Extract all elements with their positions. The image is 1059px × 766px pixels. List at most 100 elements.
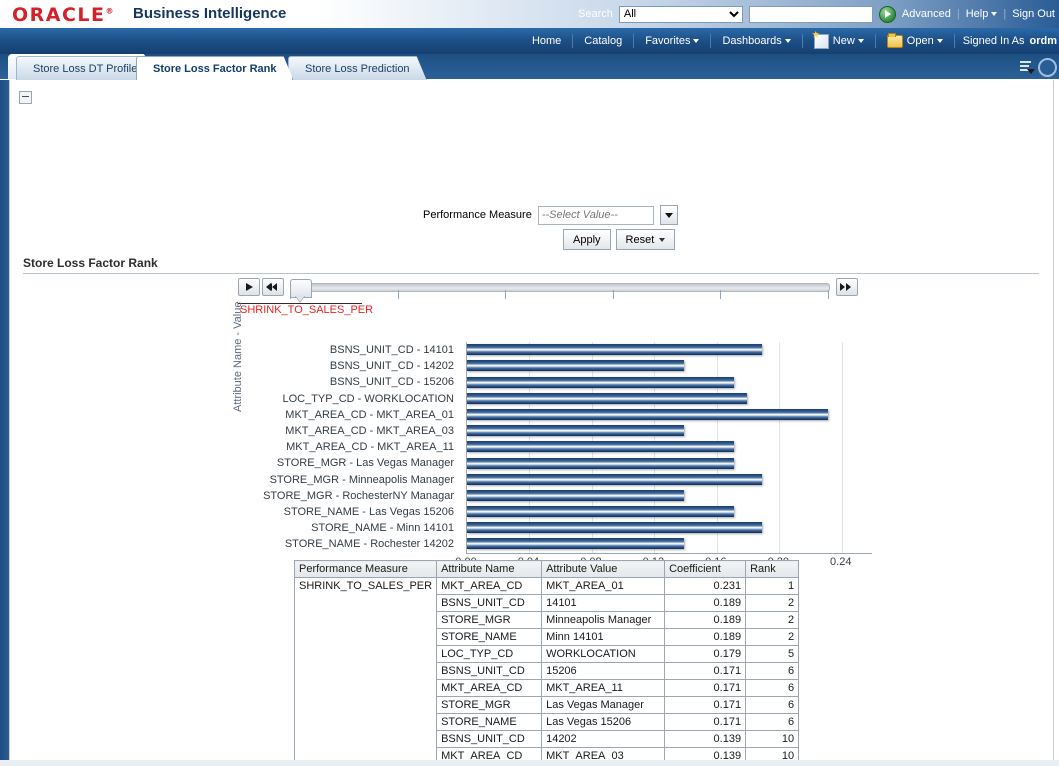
cell-rank: 2 <box>746 612 799 629</box>
chart-bar-row <box>467 472 873 488</box>
chart-bar-row <box>467 504 873 520</box>
report-title: Store Loss Factor Rank <box>23 256 1039 274</box>
slider-thumb[interactable] <box>290 279 312 298</box>
chart-bar[interactable] <box>467 458 734 469</box>
col-rank[interactable]: Rank <box>746 561 799 578</box>
chart-x-axis <box>466 553 872 554</box>
reset-label: Reset <box>626 234 655 246</box>
chart-bar-row <box>467 407 873 423</box>
oracle-logo: ORACLE® <box>12 4 115 26</box>
tab-store-loss-dt-profile[interactable]: Store Loss DT Profile <box>16 56 154 80</box>
chart-category-label: BSNS_UNIT_CD - 14101 <box>246 342 460 358</box>
chevron-down-icon <box>937 39 943 43</box>
apply-button[interactable]: Apply <box>563 229 611 250</box>
cell-attribute-value: 14101 <box>542 595 665 612</box>
page-options-icon[interactable] <box>1018 60 1034 74</box>
fast-forward-icon[interactable] <box>836 278 858 296</box>
slider-ticks <box>290 290 830 299</box>
cell-attribute-name: MKT_AREA_CD <box>437 680 542 697</box>
help-circle-icon[interactable] <box>1038 58 1057 77</box>
nav-catalog[interactable]: Catalog <box>573 28 633 54</box>
chart-bar[interactable] <box>467 344 762 355</box>
cell-attribute-name: BSNS_UNIT_CD <box>437 731 542 748</box>
nav-dashboards-label: Dashboards <box>722 35 781 47</box>
search-input[interactable] <box>749 6 873 23</box>
nav-open-label: Open <box>907 35 934 47</box>
search-zone: Search All Advanced | Help | Sign Out <box>578 0 1059 28</box>
nav-new[interactable]: New <box>803 28 875 54</box>
global-header: ORACLE® Business Intelligence Search All… <box>0 0 1059 29</box>
dropdown-arrow-icon[interactable] <box>660 205 678 225</box>
reset-button[interactable]: Reset <box>616 229 676 250</box>
chart-bar[interactable] <box>467 490 684 501</box>
prompt-buttons: Apply Reset <box>563 229 675 250</box>
dashboard-content: Performance Measure Apply Reset Store Lo… <box>9 80 1059 766</box>
performance-measure-input[interactable] <box>538 206 654 225</box>
chart-category-label: STORE_NAME - Rochester 14202 <box>246 536 460 552</box>
chart-bar[interactable] <box>467 393 747 404</box>
search-scope-select[interactable]: All <box>619 6 743 23</box>
nav-new-label: New <box>833 35 855 47</box>
cell-attribute-value: Minneapolis Manager <box>542 612 665 629</box>
chart-bar[interactable] <box>467 425 684 436</box>
cell-attribute-name: BSNS_UNIT_CD <box>437 663 542 680</box>
nav-favorites[interactable]: Favorites <box>634 28 710 54</box>
chevron-down-icon <box>693 39 699 43</box>
sign-out-link[interactable]: Sign Out <box>1012 8 1055 20</box>
cell-coefficient: 0.179 <box>665 646 746 663</box>
cell-rank: 1 <box>746 578 799 595</box>
chart-bar-row <box>467 391 873 407</box>
chart-category-label: STORE_NAME - Minn 14101 <box>246 520 460 536</box>
advanced-link[interactable]: Advanced <box>902 8 951 20</box>
global-nav-items: Home Catalog Favorites Dashboards New Op… <box>521 28 1059 54</box>
col-performance-measure[interactable]: Performance Measure <box>295 561 437 578</box>
cell-attribute-value: 14202 <box>542 731 665 748</box>
performance-measure-prompt: Performance Measure <box>423 205 678 225</box>
chevron-down-icon <box>785 39 791 43</box>
chart-bar[interactable] <box>467 360 684 371</box>
page-options-zone <box>1018 54 1057 80</box>
cell-attribute-value: 15206 <box>542 663 665 680</box>
chart-bar-row <box>467 342 873 358</box>
chart-bar[interactable] <box>467 474 762 485</box>
chart-bar[interactable] <box>467 377 734 388</box>
nav-open[interactable]: Open <box>876 28 954 54</box>
chart-category-label: STORE_MGR - Las Vegas Manager <box>246 455 460 471</box>
cell-attribute-name: STORE_MGR <box>437 612 542 629</box>
chart-bar[interactable] <box>467 409 828 420</box>
rewind-icon[interactable] <box>262 278 284 296</box>
tab-store-loss-prediction[interactable]: Store Loss Prediction <box>288 56 427 80</box>
table-body: SHRINK_TO_SALES_PERMKT_AREA_CDMKT_AREA_0… <box>295 578 799 766</box>
chart-bar-row <box>467 520 873 536</box>
nav-favorites-label: Favorites <box>645 35 690 47</box>
measure-slider: SHRINK_TO_SALES_PER <box>238 278 858 318</box>
col-attribute-name[interactable]: Attribute Name <box>437 561 542 578</box>
chart-bar[interactable] <box>467 506 734 517</box>
cell-rank: 6 <box>746 680 799 697</box>
nav-home[interactable]: Home <box>521 28 572 54</box>
folder-open-icon <box>887 35 903 48</box>
chart-bar[interactable] <box>467 538 684 549</box>
col-coefficient[interactable]: Coefficient <box>665 561 746 578</box>
page-tab-bar: Store Loss DT Profile Store Loss Factor … <box>0 56 1059 80</box>
slider-current-value: SHRINK_TO_SALES_PER <box>240 304 373 316</box>
help-menu[interactable]: Help <box>966 8 998 20</box>
search-go-icon[interactable] <box>879 6 896 23</box>
chart-y-axis-title: Attribute Name - Value <box>232 302 244 412</box>
chart-bar[interactable] <box>467 522 762 533</box>
chart-bar[interactable] <box>467 441 734 452</box>
col-attribute-value[interactable]: Attribute Value <box>542 561 665 578</box>
tab-store-loss-factor-rank[interactable]: Store Loss Factor Rank <box>136 56 293 80</box>
signed-in-as[interactable]: Signed In As ordm <box>955 35 1057 47</box>
header-divider: | <box>957 8 960 20</box>
play-icon[interactable] <box>238 278 260 296</box>
cell-coefficient: 0.171 <box>665 697 746 714</box>
table-row: SHRINK_TO_SALES_PERMKT_AREA_CDMKT_AREA_0… <box>295 578 799 595</box>
cell-coefficient: 0.189 <box>665 595 746 612</box>
signed-in-label: Signed In As <box>963 35 1025 47</box>
signed-in-username: ordm <box>1030 35 1058 47</box>
chevron-down-icon <box>659 238 665 242</box>
nav-dashboards[interactable]: Dashboards <box>711 28 801 54</box>
collapse-section-icon[interactable] <box>19 91 32 104</box>
header-divider: | <box>1003 8 1006 20</box>
